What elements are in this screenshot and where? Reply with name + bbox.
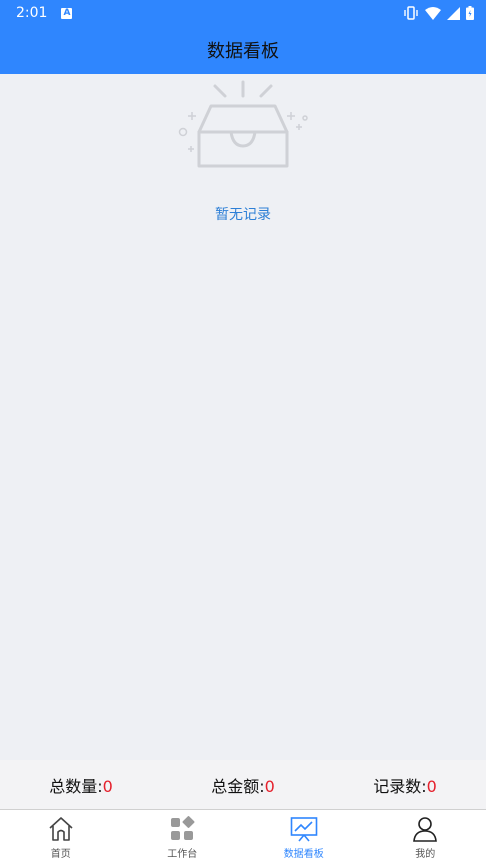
summary-record-count: 记录数:0 [373, 773, 437, 797]
tab-label: 工作台 [167, 849, 198, 860]
summary-value: 0 [264, 776, 275, 796]
summary-value: 0 [426, 776, 437, 796]
tab-home[interactable]: 首页 [0, 810, 122, 865]
summary-label: 总数量: [49, 776, 103, 796]
page-title: 数据看板 [207, 41, 279, 62]
vibrate-icon [404, 6, 418, 20]
status-time: 2:01 [16, 5, 48, 21]
signal-icon [447, 6, 460, 20]
title-bar: 数据看板 [0, 26, 486, 74]
summary-label: 总金额: [211, 776, 265, 796]
empty-text: 暂无记录 [215, 207, 271, 223]
summary-total-amount: 总金额:0 [211, 773, 275, 797]
grid-icon [171, 816, 195, 840]
bottom-tab-bar: 首页 工作台 数据看板 我的 [0, 810, 486, 865]
empty-inbox-icon [178, 80, 308, 168]
tab-label: 数据看板 [283, 849, 324, 860]
summary-total-quantity: 总数量:0 [49, 773, 113, 797]
status-bar: 2:01 A [0, 0, 486, 26]
battery-icon [466, 6, 474, 20]
tab-workbench[interactable]: 工作台 [122, 810, 244, 865]
notification-a-icon: A [61, 7, 73, 19]
empty-state: 暂无记录 [0, 74, 486, 234]
home-icon [49, 817, 73, 841]
summary-value: 0 [102, 776, 113, 796]
tab-mine[interactable]: 我的 [365, 810, 486, 865]
wifi-icon [425, 6, 441, 20]
user-icon [413, 817, 438, 842]
tab-label: 我的 [415, 849, 436, 860]
tab-label: 首页 [50, 849, 71, 860]
chart-board-icon [290, 817, 318, 842]
summary-bar: 总数量:0 总金额:0 记录数:0 [0, 760, 486, 810]
tab-data-board[interactable]: 数据看板 [243, 810, 365, 865]
summary-label: 记录数: [373, 776, 427, 796]
